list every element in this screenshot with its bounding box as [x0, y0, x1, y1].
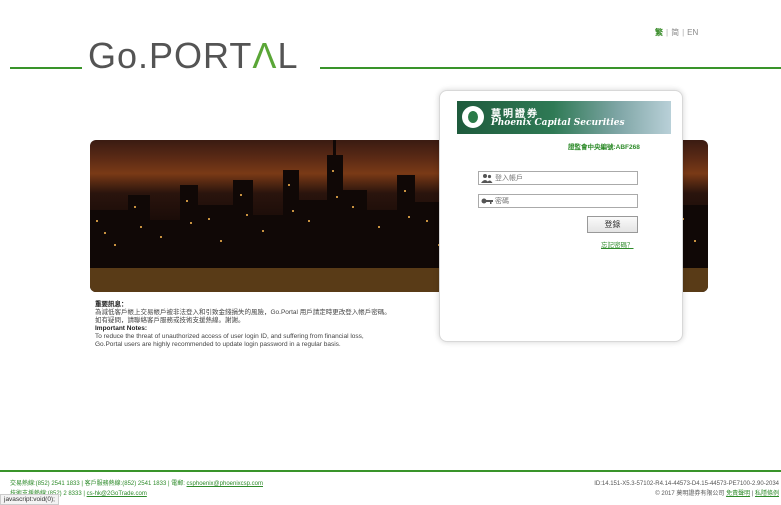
- key-icon: [481, 198, 493, 204]
- username-field: [478, 171, 638, 185]
- notes-body-en-1: To reduce the threat of unauthorized acc…: [95, 333, 364, 340]
- goportal-logo: Go.PORTΛL: [88, 35, 298, 77]
- lang-english-link[interactable]: EN: [687, 28, 698, 37]
- lang-simplified-link[interactable]: 简: [671, 28, 679, 37]
- disclaimer-link[interactable]: 免責聲明: [726, 491, 750, 497]
- sfc-ce-number: 證監會中央編號:ABF268: [568, 144, 640, 151]
- password-input[interactable]: [495, 195, 633, 207]
- phoenix-logo-icon: [462, 106, 484, 128]
- lang-separator: |: [682, 28, 685, 37]
- users-icon: [481, 174, 493, 183]
- username-input[interactable]: [495, 172, 633, 184]
- language-switcher: 繁 | 简 | EN: [655, 27, 698, 38]
- footer-hotlines: 交易熱線:(852) 2541 1833 | 客戶服務熱線:(852) 2541…: [10, 481, 187, 487]
- logo-divider-left: [10, 67, 82, 69]
- logo-text-post: L: [277, 35, 299, 76]
- lang-traditional-link[interactable]: 繁: [655, 28, 663, 37]
- login-panel: 莫明證券 Phoenix Capital Securities 證監會中央編號:…: [439, 90, 683, 342]
- logo-text-accent: Λ: [252, 35, 278, 76]
- footer-divider: [0, 470, 781, 472]
- notes-body-cn-2: 如有疑問，請聯絡客戶服務或技術支援熱線。謝謝。: [95, 317, 245, 324]
- footer-email-link[interactable]: csphoenix@phoenixcsp.com: [187, 481, 263, 487]
- forgot-password-link[interactable]: 忘記密碼？: [601, 239, 634, 249]
- footer-legal: ID:14.151-X5.3-57102-R4.14-44573-D4.15-4…: [594, 479, 779, 499]
- password-field: [478, 194, 638, 208]
- notes-heading-en: Important Notes:: [95, 325, 147, 332]
- browser-status-bar: javascript:void(0);: [0, 494, 59, 505]
- footer-build-id: ID:14.151-X5.3-57102-R4.14-44573-D4.15-4…: [594, 481, 779, 487]
- logo-divider-right: [320, 67, 781, 69]
- broker-name-en: Phoenix Capital Securities: [491, 118, 625, 128]
- logo-text-pre: Go.PORT: [88, 35, 253, 76]
- broker-logo-banner: 莫明證券 Phoenix Capital Securities: [457, 101, 671, 134]
- footer-support-email-link[interactable]: cs-hk@2GoTrade.com: [87, 491, 147, 497]
- notes-heading-cn: 重要訊息：: [95, 301, 128, 308]
- login-button[interactable]: 登錄: [587, 216, 638, 233]
- important-notes: 重要訊息： 為減低客戶帳上交易帳戶被非法登入和引致金錢損失的風險，Go.Port…: [95, 301, 435, 349]
- notes-body-cn-1: 為減低客戶帳上交易帳戶被非法登入和引致金錢損失的風險，Go.Portal 用戶請…: [95, 309, 391, 316]
- notes-body-en-2: Go.Portal users are highly recommended t…: [95, 341, 341, 348]
- privacy-link[interactable]: 私隱條例: [755, 491, 779, 497]
- lang-separator: |: [666, 28, 669, 37]
- footer-copyright: © 2017 莫明證券有限公司: [655, 491, 727, 497]
